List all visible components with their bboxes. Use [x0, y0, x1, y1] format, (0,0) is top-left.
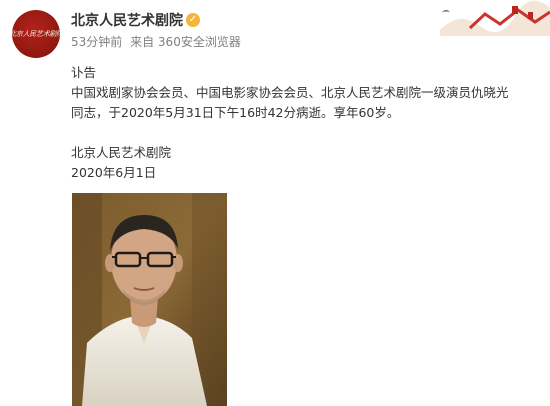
- post-date: 2020年6月1日: [71, 165, 157, 180]
- post-meta: 53分钟前 来自 360安全浏览器: [71, 33, 245, 50]
- post-title: 讣告: [71, 65, 97, 80]
- post-photo[interactable]: [72, 193, 227, 406]
- avatar-logo-text: 北京人民艺术剧院: [12, 30, 60, 38]
- verified-icon: ✓: [186, 13, 200, 27]
- post-line-1: 中国戏剧家协会会员、中国电影家协会会员、北京人民艺术剧院一级演员仇晓光: [71, 85, 509, 100]
- account-name[interactable]: 北京人民艺术剧院: [71, 10, 183, 30]
- header-decoration: [440, 0, 550, 36]
- post-source: 来自 360安全浏览器: [130, 35, 241, 49]
- post-body: 讣告 中国戏剧家协会会员、中国电影家协会会员、北京人民艺术剧院一级演员仇晓光 同…: [71, 63, 531, 183]
- post-time[interactable]: 53分钟前: [71, 35, 122, 49]
- avatar[interactable]: 北京人民艺术剧院: [12, 10, 60, 58]
- post-line-2: 同志，于2020年5月31日下午16时42分病逝。享年60岁。: [71, 105, 400, 120]
- account-name-row: 北京人民艺术剧院 ✓: [71, 10, 200, 30]
- post-signature: 北京人民艺术剧院: [71, 145, 172, 160]
